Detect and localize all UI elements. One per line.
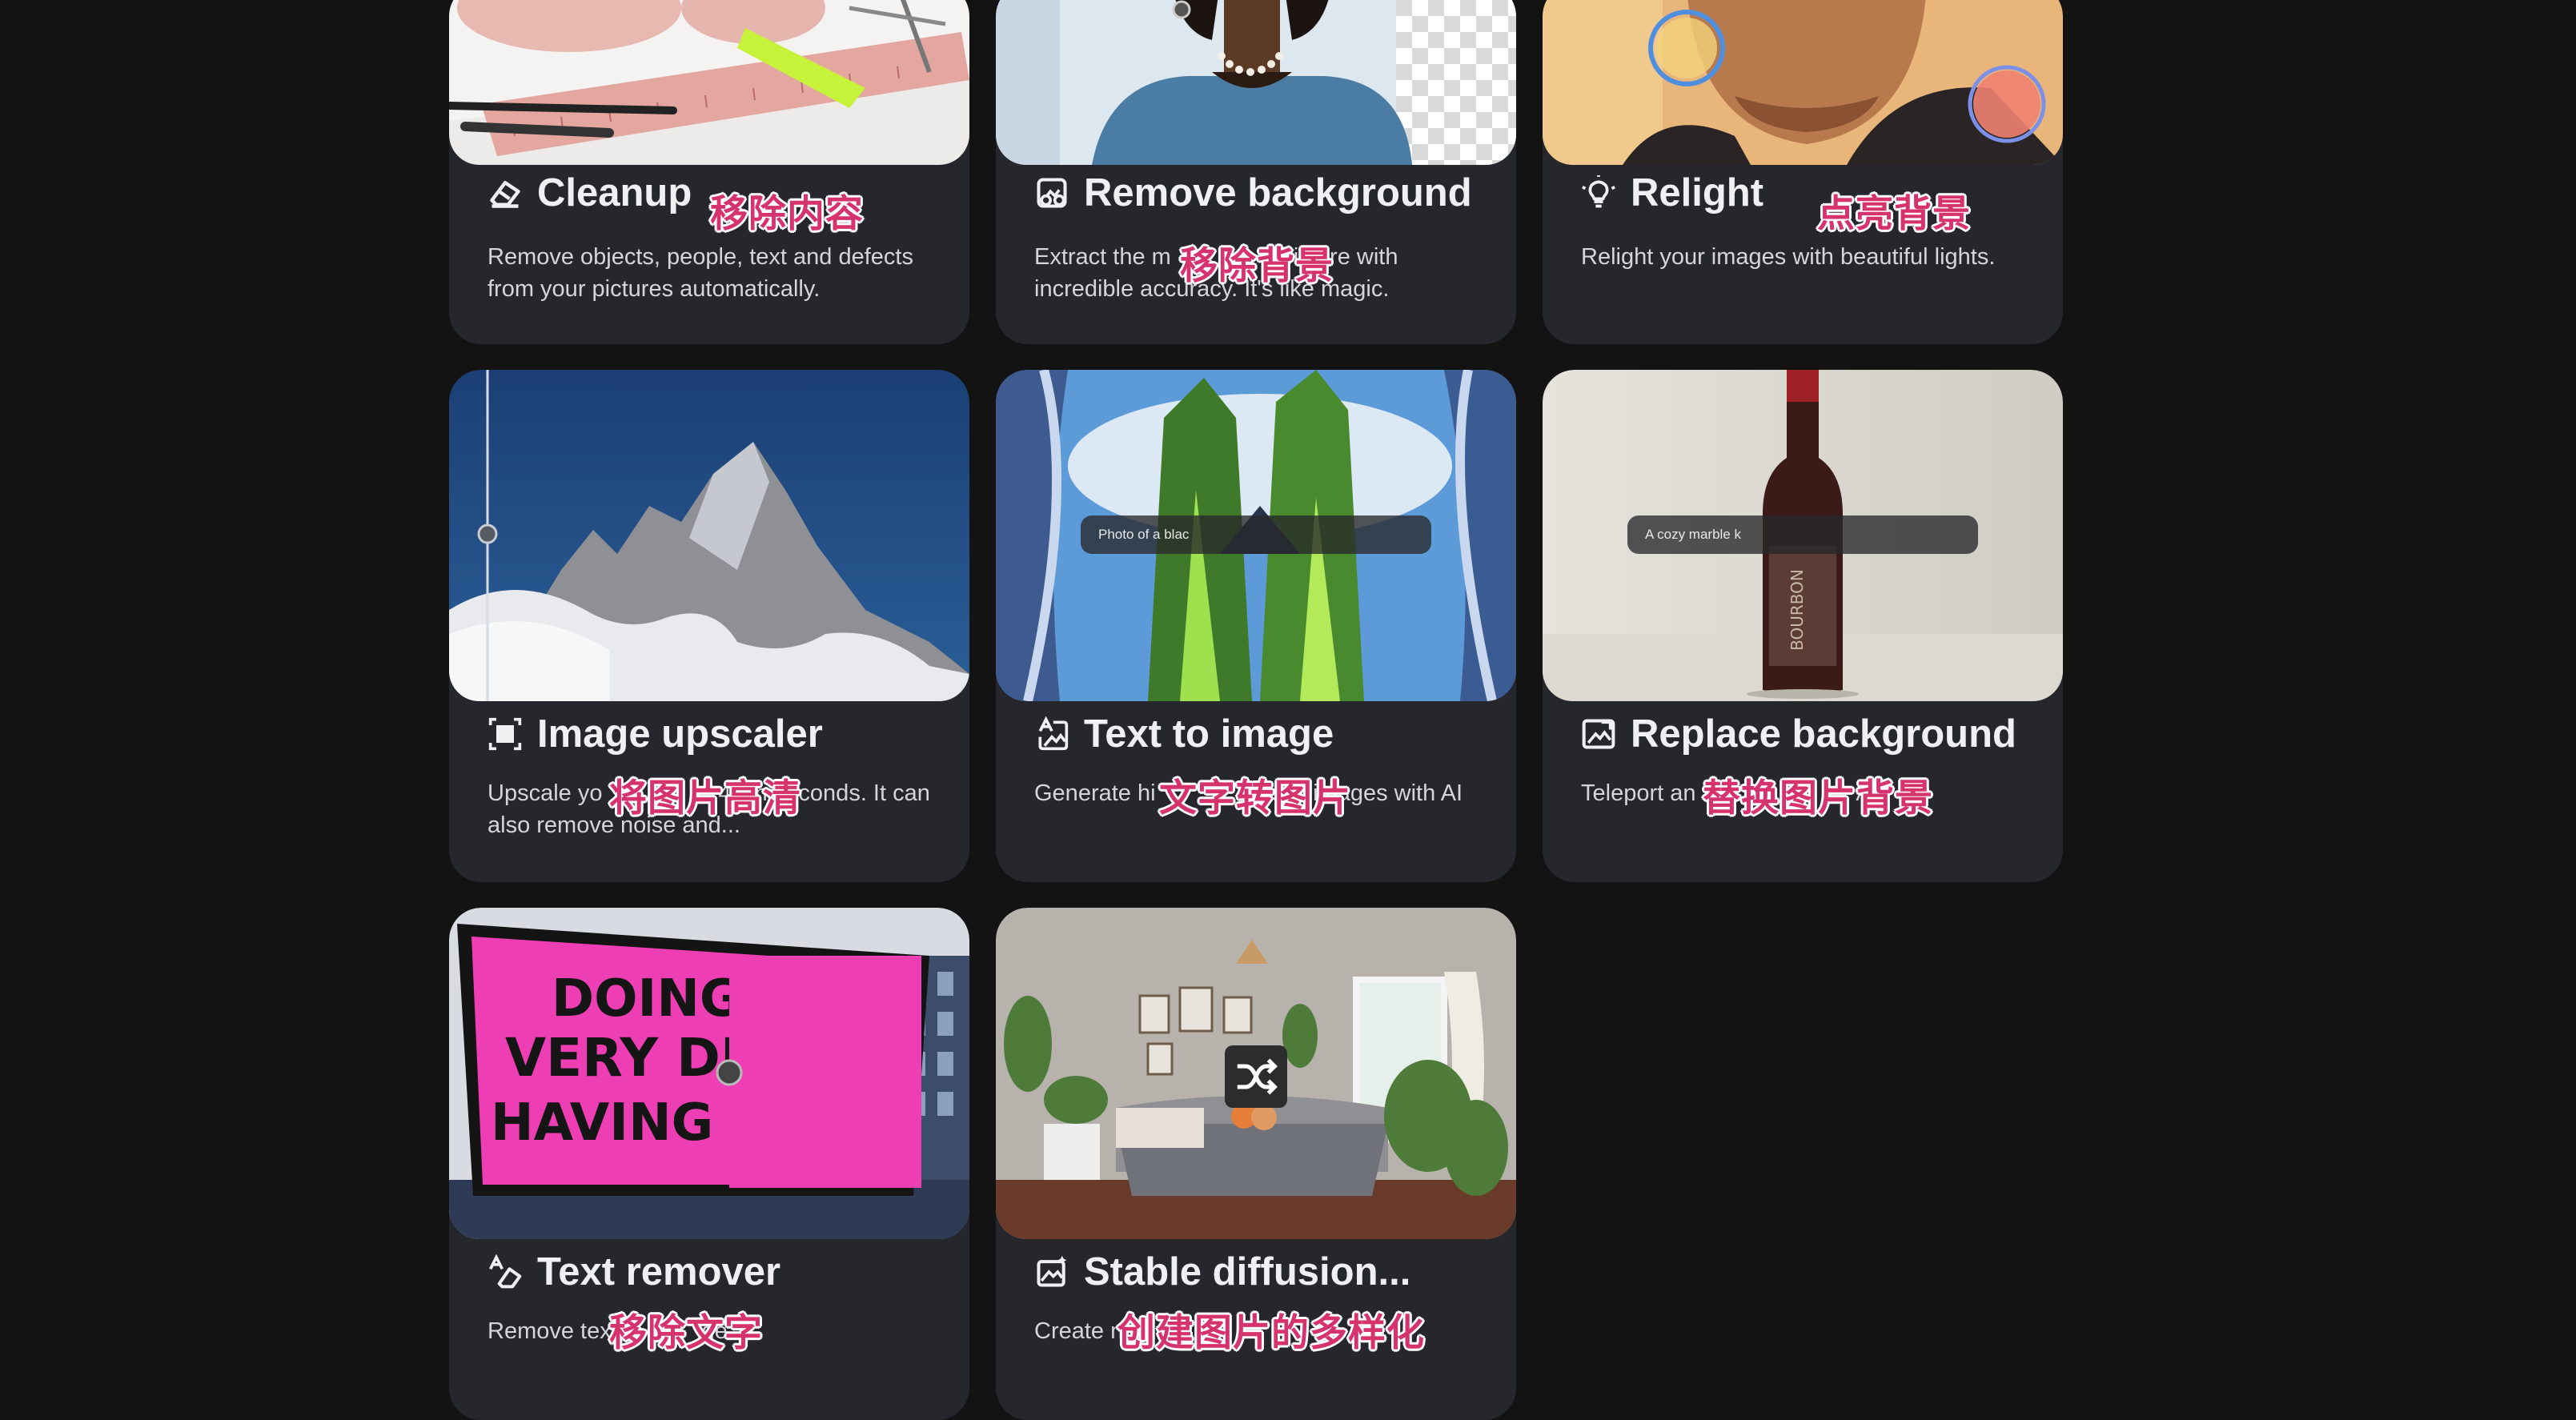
image-sparkle-icon [1037,1255,1067,1287]
compare-slider-handle[interactable] [477,523,498,544]
cleanup-title: Cleanup [488,170,692,215]
image-upscaler-title-text: Image upscaler [537,712,823,756]
stable-diffusion-annotation: 创建图片的多样化 [1117,1311,1425,1355]
remove-background-annotation: 移除背景 [1180,244,1334,288]
svg-text:BOURBON: BOURBON [1788,569,1807,651]
cleanup-title-text: Cleanup [537,171,692,215]
replace-background-title-text: Replace background [1631,712,2016,756]
background-remove-icon [1037,178,1067,208]
compare-slider-handle[interactable] [716,1059,743,1086]
text-to-image-thumbnail: Photo of a blac [996,370,1516,701]
tool-card-text-remover[interactable]: DOING NC VERY DIFFE HAVING NOT Text remo… [449,908,969,1420]
text-remover-title-text: Text remover [537,1250,781,1294]
relight-annotation: 点亮背景 [1817,192,1971,236]
replace-background-title: Replace background [1581,712,2016,756]
text-to-image-title-text: Text to image [1084,712,1334,756]
relit-portrait-image [1543,0,2063,165]
text-remover-title: Text remover [488,1250,780,1294]
relight-title-text: Relight [1631,171,1764,215]
text-image-icon [1038,716,1069,751]
image-upscaler-title: Image upscaler [488,712,823,756]
relight-thumbnail [1543,0,2063,165]
text-to-image-annotation: 文字转图片 [1159,776,1351,820]
mountain-image [449,370,969,701]
text-eraser-icon [489,1254,522,1289]
replace-background-thumbnail: BOURBON A cozy marble k [1543,370,2063,701]
tool-card-stable-diffusion[interactable]: Stable diffusion... Create n 创建图片的多样化 [996,908,1516,1420]
remove-background-title: Remove background [1034,170,1472,215]
billboard-image: DOING NC VERY DIFFE HAVING NOT [449,908,969,1239]
prompt-input-preview: Photo of a blac [1081,515,1431,554]
stable-diffusion-title-text: Stable diffusion... [1084,1250,1411,1294]
tool-card-replace-background[interactable]: BOURBON A cozy marble k Replace backgrou… [1543,370,2063,882]
upscale-icon [488,717,522,751]
tool-card-cleanup[interactable]: Cleanup Remove objects, people, text and… [449,0,969,344]
replace-background-annotation: 替换图片背景 [1703,776,1933,820]
prompt-input-preview: A cozy marble k [1627,515,1978,554]
cleanup-annotation: 移除内容 [710,192,864,236]
remove-background-thumbnail [996,0,1516,165]
remove-background-title-text: Remove background [1084,171,1472,215]
shuffle-icon[interactable] [1231,1052,1281,1101]
text-remover-annotation: 移除文字 [609,1311,763,1355]
eraser-icon [490,180,520,208]
image-upscaler-annotation: 将图片高清 [609,776,801,820]
tool-card-relight[interactable]: Relight Relight your images with beautif… [1543,0,2063,344]
cleanup-thumbnail [449,0,969,165]
image-upscaler-thumbnail [449,370,969,701]
stable-diffusion-thumbnail [996,908,1516,1239]
light-bulb-icon [1582,175,1615,208]
portrait-cutout-image [996,0,1516,165]
tool-card-text-to-image[interactable]: Photo of a blac Text to image Generate h… [996,370,1516,882]
cleanup-description: Remove objects, people, text and defects… [488,244,913,302]
text-to-image-title: Text to image [1034,712,1334,756]
text-remover-thumbnail: DOING NC VERY DIFFE HAVING NOT [449,908,969,1239]
tool-card-image-upscaler[interactable]: Image upscaler Upscale yo 4x in seconds.… [449,370,969,882]
stable-diffusion-title: Stable diffusion... [1034,1250,1410,1294]
replace-image-icon [1582,719,1615,749]
tool-card-remove-background[interactable]: Remove background Extract the m m a pict… [996,0,1516,344]
desk-tools-image [449,0,969,165]
relight-description: Relight your images with beautiful light… [1581,244,1996,270]
relight-title: Relight [1581,170,1763,215]
